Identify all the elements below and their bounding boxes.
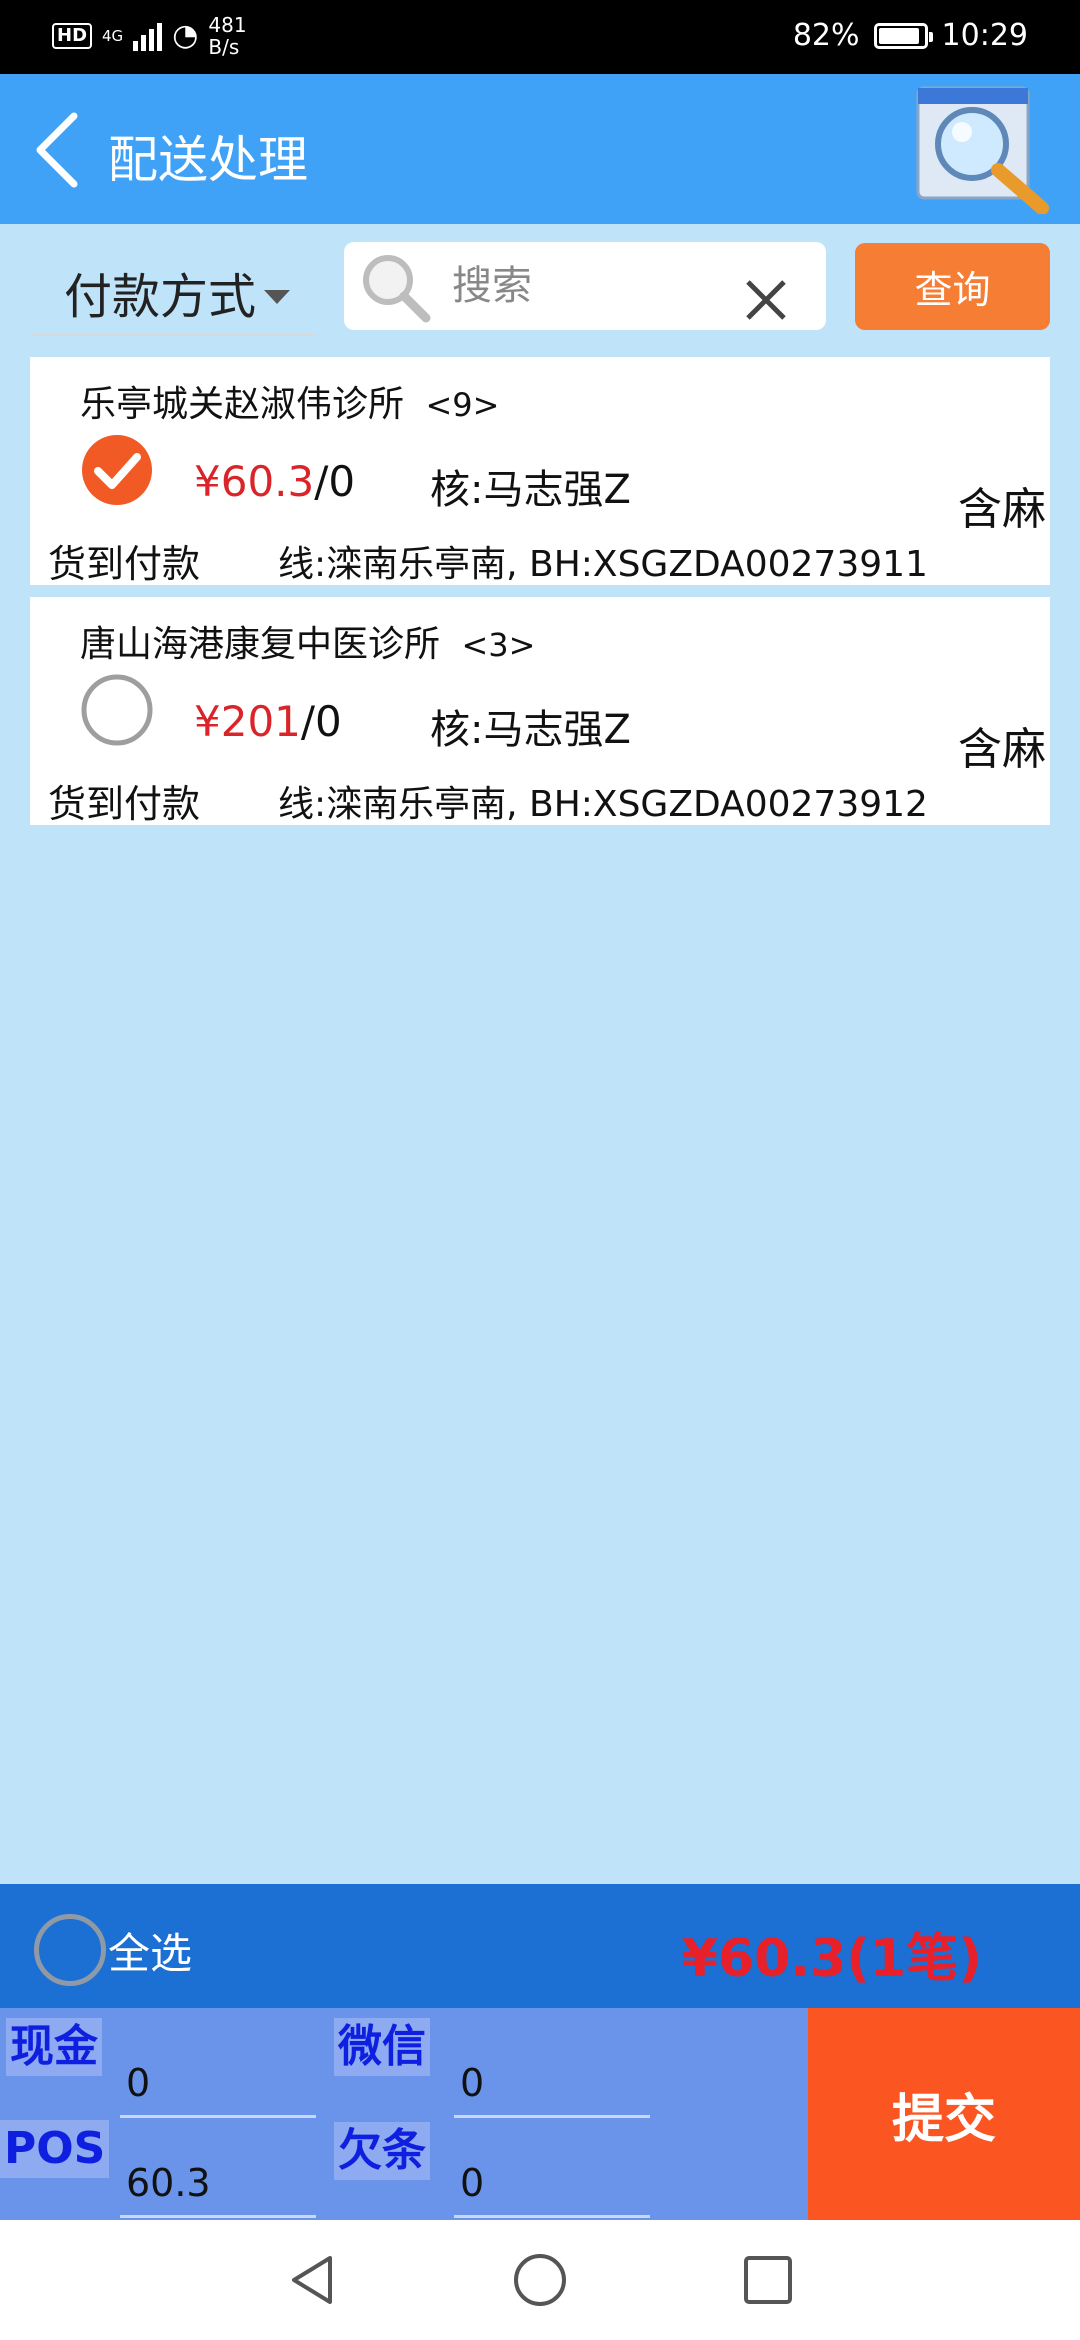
order-tag: 含麻 xyxy=(958,724,1046,775)
selected-total: ¥60.3(1笔) xyxy=(681,1929,982,1989)
status-bar: HD 4G ◔ 481 B/s 82% 10:29 xyxy=(0,0,1080,74)
clinic-name: 唐山海港康复中医诊所 xyxy=(80,624,441,665)
status-left: HD 4G ◔ 481 B/s xyxy=(52,14,247,58)
query-button[interactable]: 查询 xyxy=(855,243,1050,330)
search-box xyxy=(344,242,826,330)
page-title: 配送处理 xyxy=(108,131,308,189)
select-all-bar: 全选 ¥60.3(1笔) xyxy=(0,1884,1080,2008)
select-all-radio[interactable] xyxy=(34,1914,106,1986)
order-name: 唐山海港康复中医诊所 <3> xyxy=(80,615,535,667)
amount-value: ¥201 xyxy=(194,697,301,746)
navigation-bar xyxy=(0,2220,1080,2340)
chevron-left-icon[interactable] xyxy=(30,110,90,190)
caret-down-icon xyxy=(264,290,291,304)
order-card[interactable]: 乐亭城关赵淑伟诊所 <9> ¥60.3/0 核:马志强Z 含麻 货到付款 线:滦… xyxy=(30,357,1050,586)
amount-suffix: /0 xyxy=(300,697,342,746)
amount-suffix: /0 xyxy=(314,457,356,506)
search-icon xyxy=(363,255,431,323)
speed-value: 481 xyxy=(208,13,247,37)
order-amount: ¥60.3/0 xyxy=(194,457,355,506)
item-count: <3> xyxy=(461,626,536,664)
network-type: 4G xyxy=(102,26,124,45)
order-payment: 货到付款 xyxy=(48,542,201,586)
payment-method-dropdown[interactable]: 付款方式 xyxy=(32,250,316,336)
search-input[interactable] xyxy=(452,256,752,316)
status-right: 82% 10:29 xyxy=(793,18,1028,53)
payment-panel: 现金 微信 POS 欠条 xyxy=(0,2008,808,2220)
wifi-icon: ◔ xyxy=(172,18,199,53)
battery-percent: 82% xyxy=(792,18,860,53)
network-speed: 481 B/s xyxy=(208,14,246,58)
pos-label: POS xyxy=(0,2120,110,2178)
clear-icon[interactable] xyxy=(738,272,794,328)
order-card[interactable]: 唐山海港康复中医诊所 <3> ¥201/0 核:马志强Z 含麻 货到付款 线:滦… xyxy=(30,597,1050,826)
iou-label: 欠条 xyxy=(334,2122,430,2180)
wechat-label: 微信 xyxy=(334,2018,430,2076)
submit-button[interactable]: 提交 xyxy=(808,2008,1080,2220)
order-amount: ¥201/0 xyxy=(194,697,342,746)
recents-nav-icon[interactable] xyxy=(738,2250,798,2310)
amount-value: ¥60.3 xyxy=(194,457,315,506)
magnifier-icon[interactable] xyxy=(914,84,1054,214)
checked-circle-icon[interactable] xyxy=(80,433,154,507)
order-checker: 核:马志强Z xyxy=(430,707,631,753)
cash-input[interactable] xyxy=(120,2050,316,2118)
unchecked-circle-icon[interactable] xyxy=(80,673,154,747)
order-line: 线:滦南乐亭南, BH:XSGZDA00273911 xyxy=(278,544,928,585)
order-name: 乐亭城关赵淑伟诊所 <9> xyxy=(80,375,499,427)
clock: 10:29 xyxy=(941,18,1028,53)
cash-label: 现金 xyxy=(6,2018,102,2076)
hd-badge: HD xyxy=(52,23,93,49)
battery-icon xyxy=(873,22,933,49)
order-tag: 含麻 xyxy=(958,484,1046,535)
order-checker: 核:马志强Z xyxy=(430,467,631,513)
wechat-input[interactable] xyxy=(454,2050,650,2118)
select-all-label[interactable]: 全选 xyxy=(108,1920,192,1981)
back-nav-icon[interactable] xyxy=(282,2250,342,2310)
clinic-name: 乐亭城关赵淑伟诊所 xyxy=(80,384,405,425)
speed-unit: B/s xyxy=(208,35,240,59)
item-count: <9> xyxy=(425,386,500,424)
order-line: 线:滦南乐亭南, BH:XSGZDA00273912 xyxy=(278,784,928,825)
iou-input[interactable] xyxy=(454,2150,650,2218)
order-payment: 货到付款 xyxy=(48,782,201,826)
signal-icon xyxy=(133,21,163,51)
payment-method-label: 付款方式 xyxy=(64,269,257,325)
pos-input[interactable] xyxy=(120,2150,316,2218)
app-header: 配送处理 xyxy=(0,74,1080,224)
home-nav-icon[interactable] xyxy=(510,2250,570,2310)
